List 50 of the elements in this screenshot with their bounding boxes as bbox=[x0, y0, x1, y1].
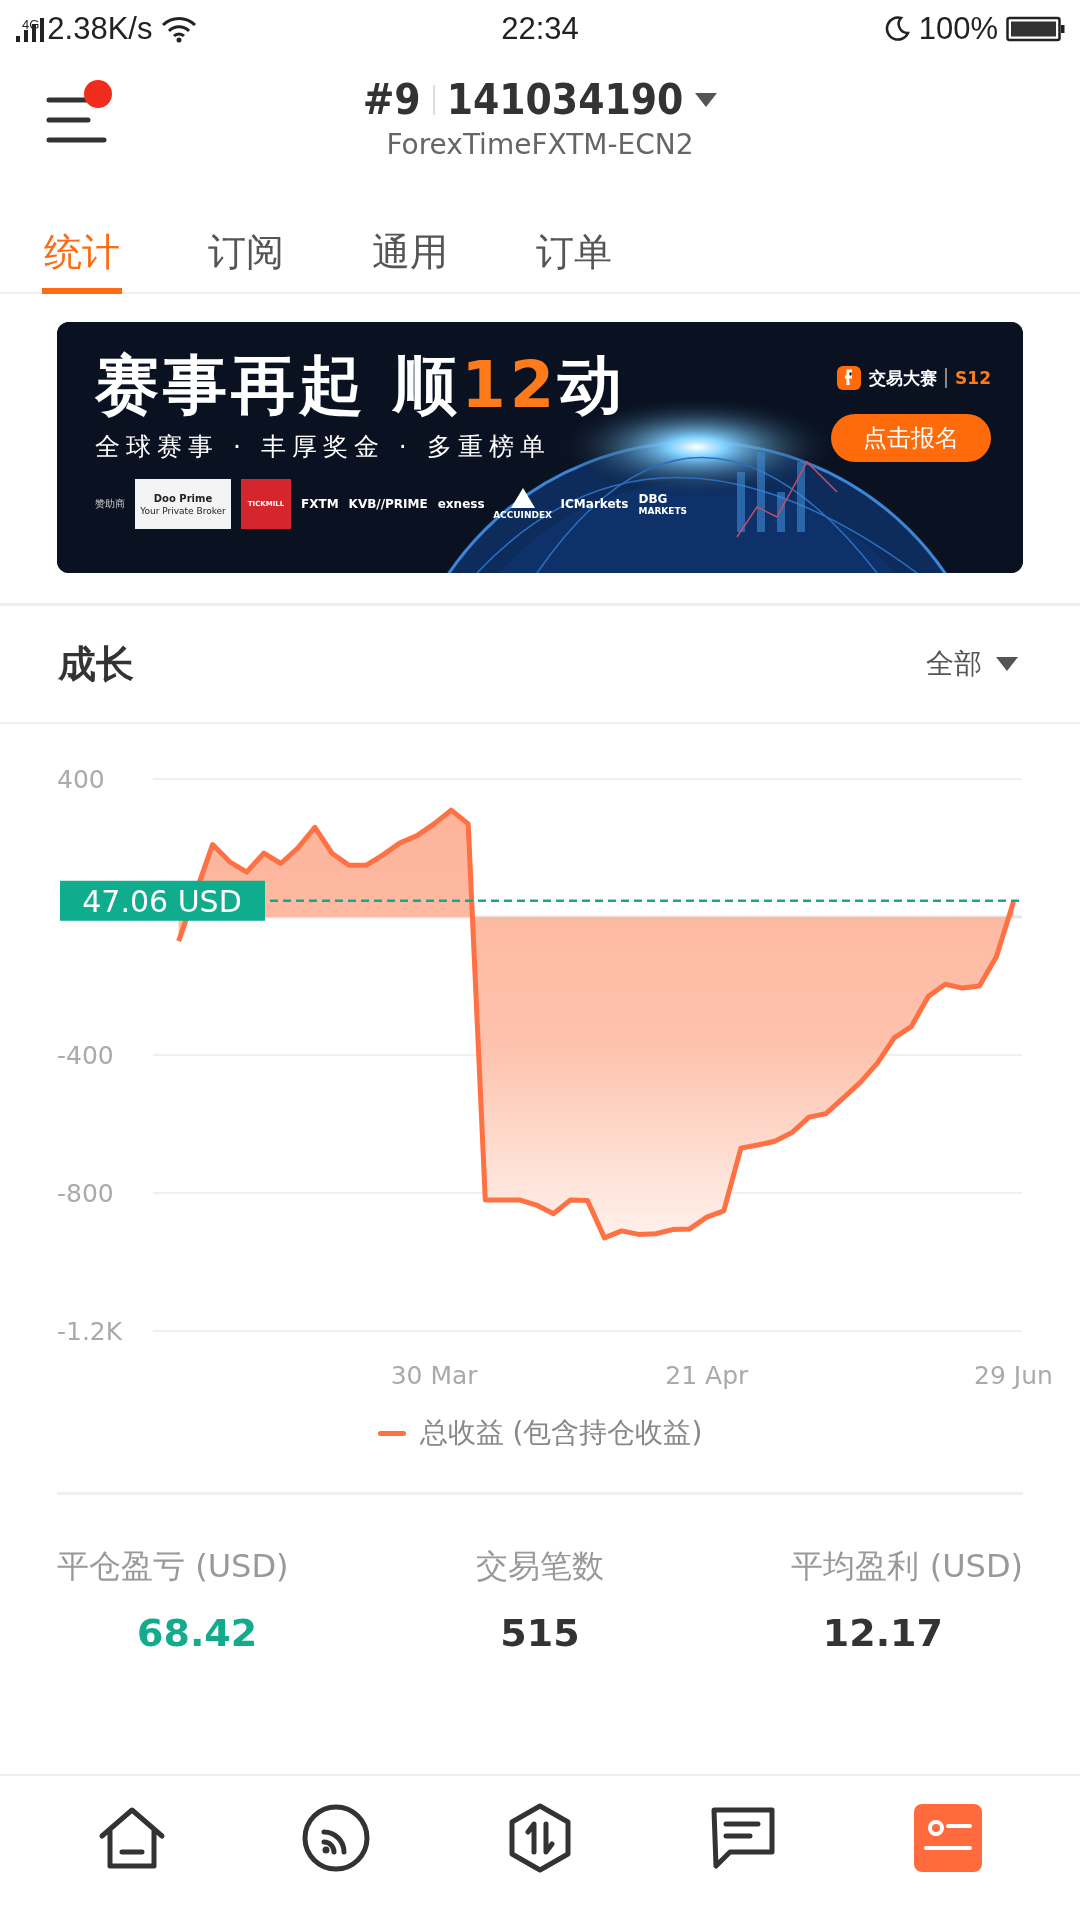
axis-label: 400 bbox=[57, 765, 105, 794]
banner-subtitle: 全球赛事 · 丰厚奖金 · 多重榜单 bbox=[95, 431, 552, 464]
server-name: ForexTimeFXTM-ECN2 bbox=[386, 128, 694, 161]
battery-level: 100% bbox=[918, 11, 998, 47]
sponsor-logo: Doo Prime Your Private Broker bbox=[135, 479, 231, 530]
axis-label: 21 Apr bbox=[665, 1361, 749, 1390]
caret-icon bbox=[695, 92, 718, 107]
axis-label: -800 bbox=[57, 1179, 114, 1208]
sponsor-label: 赞助商 bbox=[95, 497, 125, 512]
stat-value: 515 bbox=[500, 1611, 580, 1655]
clock: 22:34 bbox=[501, 11, 579, 47]
tab[interactable]: 订单 bbox=[534, 216, 614, 294]
rank: #9 bbox=[362, 75, 421, 124]
stat-value: 68.42 bbox=[136, 1611, 259, 1655]
axis-label: 30 Mar bbox=[390, 1361, 478, 1390]
profile-icon bbox=[912, 1802, 984, 1874]
stat-label: 平仓盈亏 (USD) bbox=[57, 1546, 289, 1587]
notification-dot bbox=[84, 80, 112, 108]
sponsor-logo: FXTM bbox=[301, 497, 339, 512]
account-number: 141034190 bbox=[446, 75, 684, 124]
brand-name: 交易大赛 bbox=[869, 366, 938, 390]
tab[interactable]: 通用 bbox=[370, 216, 450, 294]
axis-label: 29 Jun bbox=[974, 1361, 1053, 1390]
ref-line-label: 47.06 USD bbox=[82, 883, 242, 919]
feed-icon bbox=[300, 1802, 372, 1874]
network-speed: 2.38K/s bbox=[47, 11, 153, 47]
value-badge: 47.06 USD bbox=[60, 880, 265, 921]
sponsor-logo: KVB//PRIME bbox=[348, 497, 428, 512]
menu-button[interactable] bbox=[46, 80, 112, 146]
legend-label: 总收益 (包含持仓收益) bbox=[419, 1415, 703, 1451]
season-label: S12 bbox=[955, 368, 991, 388]
section-title: 成长 bbox=[58, 640, 134, 688]
banner-headline: 赛事再起 顺12动 bbox=[95, 350, 628, 421]
nav-button[interactable] bbox=[300, 1802, 372, 1874]
stat-label: 平均盈利 (USD) bbox=[791, 1546, 1023, 1587]
battery-icon bbox=[1006, 16, 1066, 42]
sponsor-logo: DBG MARKETS bbox=[638, 492, 688, 517]
range-dropdown[interactable]: 全部 bbox=[920, 644, 1024, 684]
sponsor-logo: ICMarkets bbox=[560, 497, 629, 512]
sponsor-logo: exness bbox=[437, 497, 485, 512]
brand-logo-icon bbox=[837, 366, 862, 390]
sponsor-logo: ACCUINDEX bbox=[494, 479, 551, 530]
stat-label: 交易笔数 bbox=[476, 1546, 604, 1587]
axis-label: -1.2K bbox=[57, 1317, 123, 1346]
wifi-icon bbox=[160, 14, 199, 44]
stat-value: 12.17 bbox=[821, 1611, 944, 1655]
axis-label: -400 bbox=[57, 1041, 114, 1070]
tab[interactable]: 订阅 bbox=[206, 216, 286, 294]
legend-swatch bbox=[377, 1430, 406, 1436]
caret-icon bbox=[996, 657, 1018, 671]
